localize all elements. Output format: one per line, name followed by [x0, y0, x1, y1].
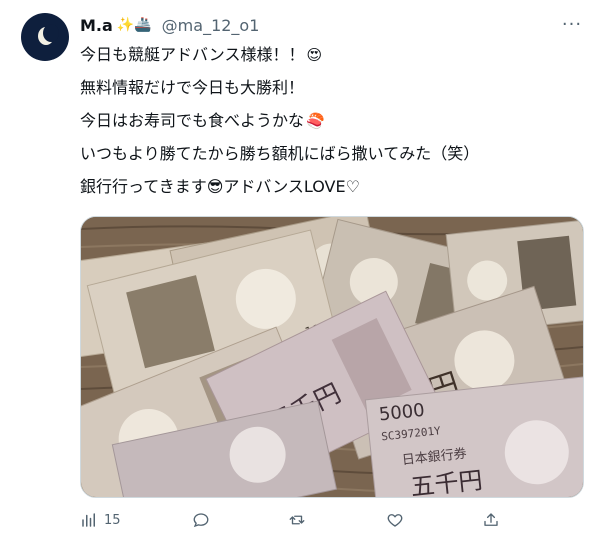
analytics-icon — [82, 513, 95, 527]
views-count: 15 — [104, 512, 121, 528]
tweet-media-image[interactable]: 10000 壱万円 五千円 5000 SC397201Y 日本銀行券 五千円 — [80, 216, 584, 498]
reply-button[interactable] — [192, 508, 210, 532]
tweet-line: 無料情報だけで今日も大勝利！ — [80, 78, 305, 97]
tweet-text: 今日も競艇アドバンス様様！！ 😍 無料情報だけで今日も大勝利！ 今日はお寿司でも食… — [80, 44, 580, 209]
share-button[interactable] — [482, 508, 500, 532]
tweet-actions: 15 — [80, 508, 580, 532]
name-badge-icons: ✨🚢 — [116, 17, 152, 33]
avatar[interactable] — [21, 13, 69, 61]
tweet-line: 今日も競艇アドバンス様様！！ 😍 — [80, 45, 323, 64]
heart-icon — [387, 514, 403, 527]
tweet-line: 今日はお寿司でも食べようかな 🍣 — [80, 111, 325, 130]
display-name[interactable]: M.a — [80, 16, 113, 35]
more-options-button[interactable]: ··· — [560, 13, 584, 35]
heart-eyes-emoji: 😍 — [306, 46, 323, 64]
tweet-header: M.a ✨🚢 @ma_12_o1 — [80, 14, 259, 36]
retweet-icon — [289, 515, 305, 525]
tweet-line: いつもより勝てたから勝ち額机にばら撒いてみた（笑） — [80, 144, 480, 163]
sushi-emoji: 🍣 — [306, 112, 325, 130]
reply-icon — [193, 513, 209, 528]
views-button[interactable]: 15 — [80, 508, 121, 532]
more-dots-icon: ··· — [561, 13, 583, 35]
retweet-button[interactable] — [288, 508, 306, 532]
banknotes-photo: 10000 壱万円 五千円 5000 SC397201Y 日本銀行券 五千円 — [81, 217, 583, 497]
tweet-line: 銀行行ってきます😎アドバンスLOVE♡ — [80, 177, 360, 196]
like-button[interactable] — [386, 508, 404, 532]
user-handle[interactable]: @ma_12_o1 — [162, 16, 260, 35]
share-icon — [484, 513, 498, 526]
